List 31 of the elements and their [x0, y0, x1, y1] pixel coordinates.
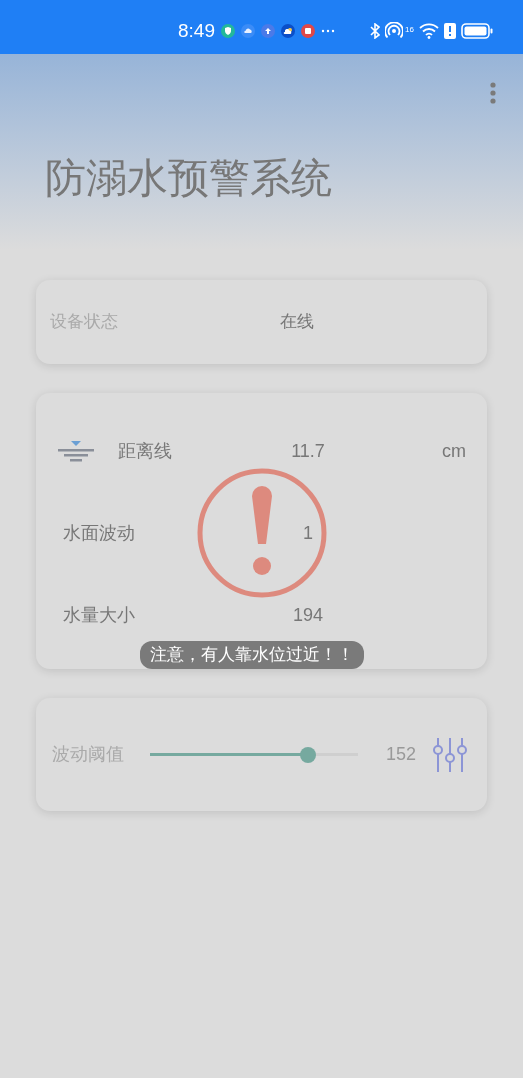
reading-value: 1 — [302, 521, 314, 545]
shield-icon — [221, 24, 235, 38]
threshold-slider[interactable] — [150, 746, 358, 763]
status-time: 8:49 — [178, 18, 215, 43]
reading-value: 11.7 — [290, 439, 326, 463]
reading-label: 距离线 — [118, 439, 172, 463]
slider-thumb[interactable] — [300, 746, 317, 763]
overflow-menu-button[interactable] — [488, 82, 498, 106]
reading-unit: cm — [442, 439, 466, 463]
more-vertical-icon — [490, 82, 496, 104]
weather-icon — [281, 24, 295, 38]
warning-icon — [197, 468, 327, 598]
hotspot-icon — [385, 22, 404, 40]
upload-icon — [261, 24, 275, 38]
reading-label: 水量大小 — [62, 603, 136, 627]
bluetooth-icon — [370, 23, 381, 39]
alert-message: 注意，有人靠水位过近！！ — [140, 641, 364, 669]
app-title: 防溺水预警系统 — [45, 158, 332, 199]
more-icon — [321, 29, 335, 33]
battery-icon — [461, 23, 493, 39]
cloud-icon — [241, 24, 255, 38]
reading-value: 194 — [291, 603, 324, 627]
reading-label: 水面波动 — [62, 521, 136, 545]
wifi-icon — [419, 23, 439, 39]
threshold-value: 152 — [386, 743, 417, 766]
sliders-icon[interactable] — [432, 737, 469, 772]
water-level-icon — [58, 440, 94, 462]
sim-alert-icon — [444, 23, 456, 39]
network-label: 16 — [405, 24, 414, 36]
status-value: 在线 — [280, 311, 314, 334]
app-icon — [301, 24, 315, 38]
